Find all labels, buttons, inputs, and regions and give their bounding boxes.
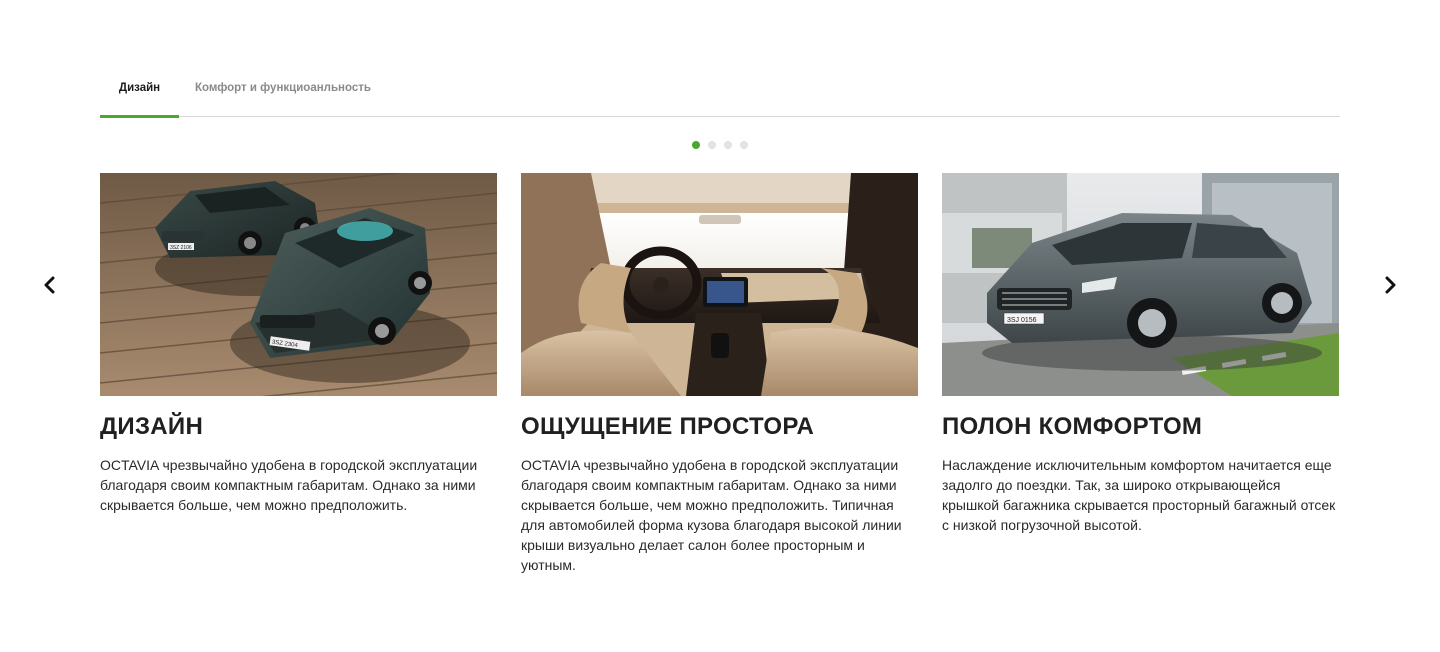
card-description: OCTAVIA чрезвычайно удобена в городской … (100, 457, 478, 513)
card-image-comfort: 3SJ 0156 (942, 173, 1339, 396)
card-description: Наслаждение исключительным комфортом нач… (942, 457, 1336, 533)
card-description: OCTAVIA чрезвычайно удобена в городской … (521, 457, 902, 573)
svg-text:3SZ 2106: 3SZ 2106 (170, 245, 192, 251)
chevron-left-icon[interactable] (38, 273, 62, 297)
svg-text:3SJ 0156: 3SJ 0156 (1007, 317, 1037, 324)
carousel-card-design[interactable]: 3SZ 2106 3SZ 2304 ДИЗАЙН OCTAVIA чрезвыч… (100, 173, 497, 515)
card-image-design: 3SZ 2106 3SZ 2304 (100, 173, 497, 396)
card-title: ОЩУЩЕНИЕ ПРОСТОРА (521, 413, 815, 440)
tab-comfort[interactable]: Комфорт и функциоанльность (195, 60, 371, 117)
pagination-dot-2[interactable] (708, 141, 716, 149)
pagination-dot-4[interactable] (740, 141, 748, 149)
card-image-space (521, 173, 918, 396)
tab-design[interactable]: Дизайн (100, 60, 179, 118)
card-title: ПОЛОН КОМФОРТОМ (942, 413, 1203, 440)
carousel-card-space[interactable]: ОЩУЩЕНИЕ ПРОСТОРА OCTAVIA чрезвычайно уд… (521, 173, 918, 575)
carousel-pagination (692, 141, 748, 149)
pagination-dot-1[interactable] (692, 141, 700, 149)
tab-bar: Дизайн Комфорт и функциоанльность (100, 60, 1340, 118)
carousel-card-comfort[interactable]: 3SJ 0156 ПОЛОН КОМФОРТОМ Наслаждение иск… (942, 173, 1339, 535)
card-title: ДИЗАЙН (100, 413, 204, 440)
pagination-dot-3[interactable] (724, 141, 732, 149)
chevron-right-icon[interactable] (1378, 273, 1402, 297)
